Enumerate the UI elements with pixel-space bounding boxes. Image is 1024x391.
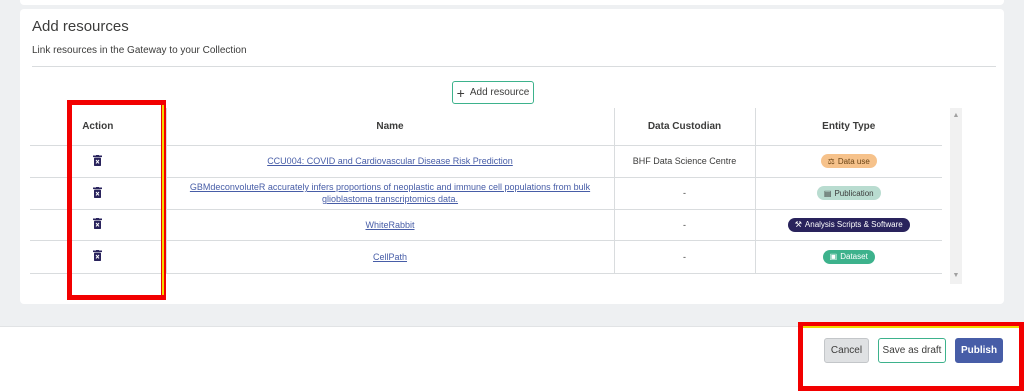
custodian-cell: - xyxy=(613,240,755,274)
entity-type-badge: ⚒ Analysis Scripts & Software xyxy=(787,217,910,232)
action-column-highlight xyxy=(67,100,166,300)
custodian-cell: BHF Data Science Centre xyxy=(613,145,755,178)
table-row: WhiteRabbit - ⚒ Analysis Scripts & Softw… xyxy=(30,209,942,241)
publication-icon: ▤ xyxy=(823,188,832,198)
add-resource-button[interactable]: + Add resource xyxy=(452,81,534,104)
section-title: Add resources xyxy=(32,18,129,35)
entity-type-label: Data use xyxy=(837,156,870,166)
entity-type-cell: ▣ Dataset xyxy=(754,240,942,274)
section-subtitle: Link resources in the Gateway to your Co… xyxy=(32,45,247,56)
entity-type-cell: ⚖ Data use xyxy=(754,145,942,178)
entity-type-badge: ▤ Publication xyxy=(816,186,881,200)
plus-icon: + xyxy=(456,84,465,101)
name-cell: GBMdeconvoluteR accurately infers propor… xyxy=(165,177,614,210)
scroll-up-arrow-icon[interactable]: ▲ xyxy=(950,110,962,122)
header-entity-type: Entity Type xyxy=(754,108,942,146)
table-row: CCU004: COVID and Cardiovascular Disease… xyxy=(30,145,942,178)
header-name: Name xyxy=(165,108,614,146)
name-cell: CCU004: COVID and Cardiovascular Disease… xyxy=(165,145,614,178)
entity-type-badge: ▣ Dataset xyxy=(822,249,875,264)
name-cell: CellPath xyxy=(165,240,614,274)
resource-name-link[interactable]: CCU004: COVID and Cardiovascular Disease… xyxy=(267,155,513,167)
custodian-cell: - xyxy=(613,209,755,241)
table-header-row: Action Name Data Custodian Entity Type xyxy=(30,108,942,146)
entity-type-label: Analysis Scripts & Software xyxy=(804,220,903,229)
entity-type-label: Publication xyxy=(834,188,874,198)
tools-icon: ⚒ xyxy=(794,220,802,229)
table-scrollbar[interactable]: ▲ ▼ xyxy=(950,108,962,284)
scroll-down-arrow-icon[interactable]: ▼ xyxy=(950,270,962,282)
divider xyxy=(32,66,996,67)
entity-type-cell: ▤ Publication xyxy=(754,177,942,210)
resource-name-link[interactable]: GBMdeconvoluteR accurately infers propor… xyxy=(173,181,608,205)
resource-name-link[interactable]: CellPath xyxy=(373,251,407,263)
header-data-custodian: Data Custodian xyxy=(613,108,755,146)
entity-type-label: Dataset xyxy=(840,252,868,261)
dataset-icon: ▣ xyxy=(829,252,838,261)
footer-buttons-highlight xyxy=(798,322,1024,391)
resource-name-link[interactable]: WhiteRabbit xyxy=(365,219,414,231)
name-cell: WhiteRabbit xyxy=(165,209,614,241)
entity-type-badge: ⚖ Data use xyxy=(820,154,877,168)
add-resource-label: Add resource xyxy=(469,87,530,98)
custodian-cell: - xyxy=(613,177,755,210)
entity-type-cell: ⚒ Analysis Scripts & Software xyxy=(754,209,942,241)
resources-table: Action Name Data Custodian Entity Type C… xyxy=(30,108,942,274)
previous-card-edge xyxy=(20,0,1004,5)
data-use-icon: ⚖ xyxy=(827,156,835,166)
table-row: GBMdeconvoluteR accurately infers propor… xyxy=(30,177,942,210)
table-row: CellPath - ▣ Dataset xyxy=(30,240,942,274)
